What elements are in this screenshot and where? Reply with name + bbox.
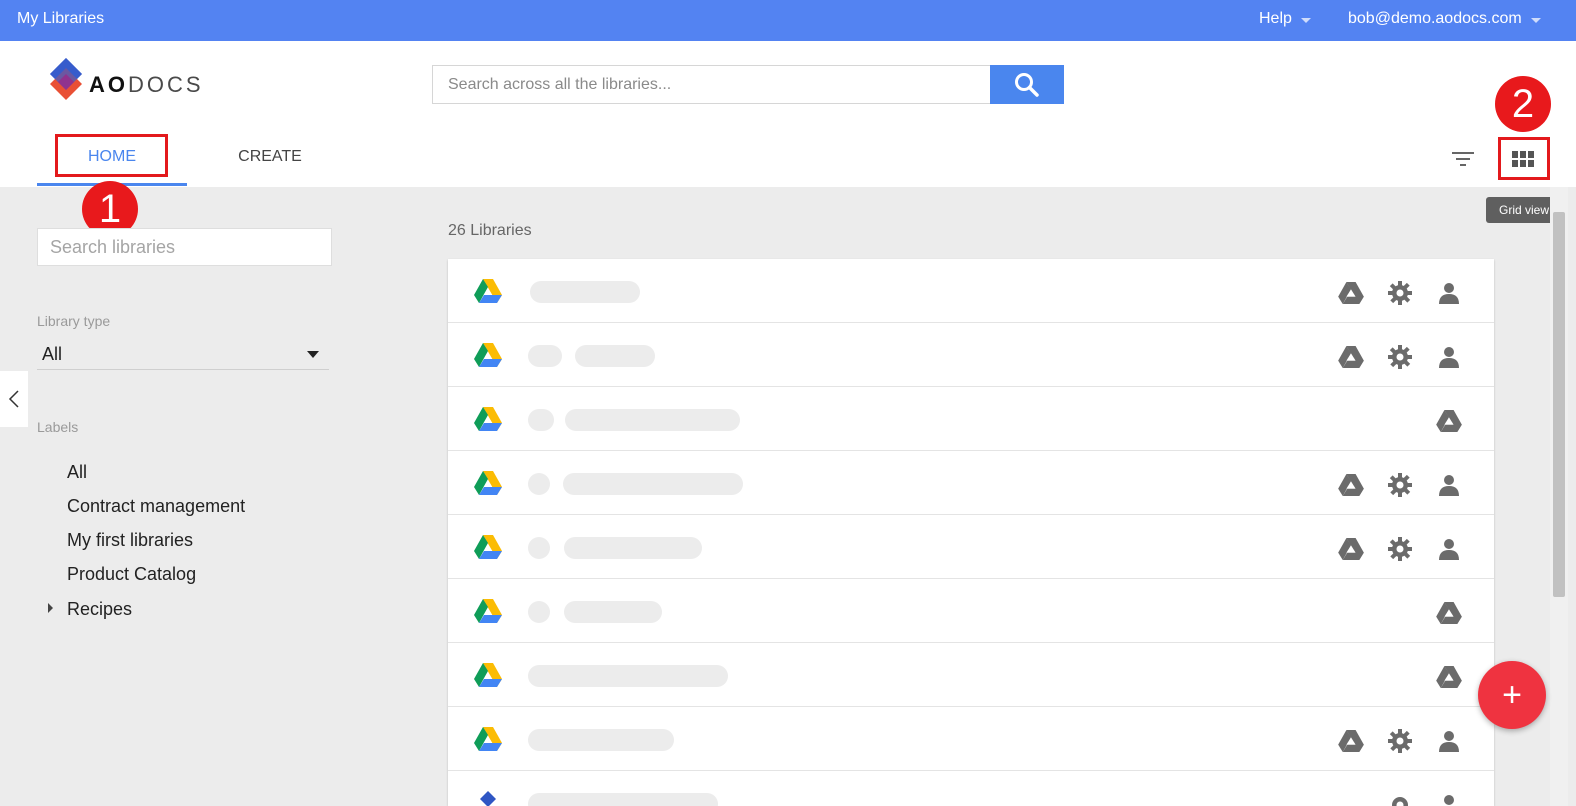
logo-wordmark: AODOCS [89, 72, 204, 98]
gear-icon[interactable] [1386, 535, 1414, 563]
user-icon[interactable] [1435, 791, 1463, 806]
google-drive-icon [474, 663, 502, 692]
search-icon [1015, 72, 1039, 97]
library-row[interactable] [448, 259, 1494, 323]
global-search [432, 65, 1064, 104]
redacted-library-name [530, 281, 640, 303]
drive-icon[interactable] [1337, 471, 1365, 499]
library-row[interactable] [448, 387, 1494, 451]
google-drive-icon [474, 343, 502, 372]
top-bar: My Libraries Help bob@demo.aodocs.com [0, 0, 1576, 41]
chevron-down-icon [1530, 17, 1541, 23]
google-drive-icon [474, 471, 502, 500]
help-label: Help [1259, 10, 1292, 27]
chevron-left-icon [8, 390, 19, 408]
gear-icon[interactable] [1386, 791, 1414, 806]
google-drive-icon [474, 535, 502, 564]
logo-text-bold: AO [89, 72, 128, 97]
user-menu[interactable]: bob@demo.aodocs.com [1348, 10, 1541, 28]
library-row[interactable] [448, 451, 1494, 515]
drive-icon[interactable] [1435, 407, 1463, 435]
library-count: 26 Libraries [448, 222, 532, 239]
user-icon[interactable] [1435, 727, 1463, 755]
drive-icon[interactable] [1435, 663, 1463, 691]
library-row[interactable] [448, 323, 1494, 387]
library-row[interactable] [448, 771, 1494, 806]
redacted-library-name [528, 537, 550, 559]
google-drive-icon [474, 279, 502, 308]
library-type-label: Library type [37, 313, 111, 329]
collapse-sidebar-button[interactable] [0, 371, 28, 427]
library-search-input[interactable] [37, 228, 332, 266]
drive-icon[interactable] [1337, 727, 1365, 755]
scrollbar-thumb[interactable] [1553, 212, 1565, 597]
label-item-all[interactable]: All [67, 462, 87, 483]
drive-icon[interactable] [1435, 599, 1463, 627]
google-drive-icon [474, 407, 502, 436]
redacted-library-name [528, 793, 718, 806]
user-icon[interactable] [1435, 535, 1463, 563]
tab-create[interactable]: CREATE [205, 148, 335, 166]
redacted-library-name [528, 729, 674, 751]
library-list [448, 259, 1494, 806]
user-icon[interactable] [1435, 471, 1463, 499]
library-row[interactable] [448, 579, 1494, 643]
gear-icon[interactable] [1386, 279, 1414, 307]
label-item-my-first-libraries[interactable]: My first libraries [67, 530, 193, 551]
redacted-library-name [563, 473, 743, 495]
dropdown-arrow-icon [307, 351, 319, 358]
drive-icon[interactable] [1337, 343, 1365, 371]
annotation-badge-2: 2 [1495, 76, 1551, 132]
drive-icon[interactable] [1337, 535, 1365, 563]
redacted-library-name [528, 473, 550, 495]
library-row[interactable] [448, 707, 1494, 771]
label-item-contract-management[interactable]: Contract management [67, 496, 245, 517]
app-title: My Libraries [17, 10, 105, 27]
redacted-library-name [528, 345, 562, 367]
redacted-library-name [565, 409, 740, 431]
search-button[interactable] [990, 65, 1064, 104]
redacted-library-name [528, 409, 554, 431]
redacted-library-name [564, 601, 662, 623]
chevron-down-icon [1300, 17, 1311, 23]
logo-text-light: DOCS [128, 72, 204, 97]
gear-icon[interactable] [1386, 471, 1414, 499]
user-icon[interactable] [1435, 343, 1463, 371]
redacted-library-name [564, 537, 702, 559]
aodocs-logo[interactable] [50, 58, 86, 108]
redacted-library-name [575, 345, 655, 367]
library-row[interactable] [448, 643, 1494, 707]
google-drive-icon [474, 727, 502, 756]
library-icon [480, 791, 496, 806]
add-library-button[interactable]: + [1478, 661, 1546, 729]
library-row[interactable] [448, 515, 1494, 579]
gear-icon[interactable] [1386, 343, 1414, 371]
scrollbar[interactable] [1550, 187, 1568, 806]
library-type-value: All [42, 344, 63, 364]
aodocs-logo-icon [50, 58, 82, 100]
library-type-select[interactable]: All [37, 340, 329, 370]
grid-icon [1512, 151, 1534, 167]
user-email: bob@demo.aodocs.com [1348, 10, 1522, 27]
grid-view-button[interactable] [1510, 148, 1536, 170]
help-menu[interactable]: Help [1259, 10, 1311, 28]
drive-icon[interactable] [1337, 279, 1365, 307]
labels-heading: Labels [37, 419, 79, 435]
global-search-input[interactable] [432, 65, 990, 104]
google-drive-icon [474, 599, 502, 628]
filter-icon[interactable] [1450, 148, 1476, 170]
expand-arrow-icon[interactable] [48, 603, 53, 613]
label-item-product-catalog[interactable]: Product Catalog [67, 564, 196, 585]
redacted-library-name [528, 665, 728, 687]
annotation-box-home [55, 134, 168, 177]
label-item-recipes[interactable]: Recipes [67, 599, 132, 620]
redacted-library-name [528, 601, 550, 623]
gear-icon[interactable] [1386, 727, 1414, 755]
user-icon[interactable] [1435, 279, 1463, 307]
